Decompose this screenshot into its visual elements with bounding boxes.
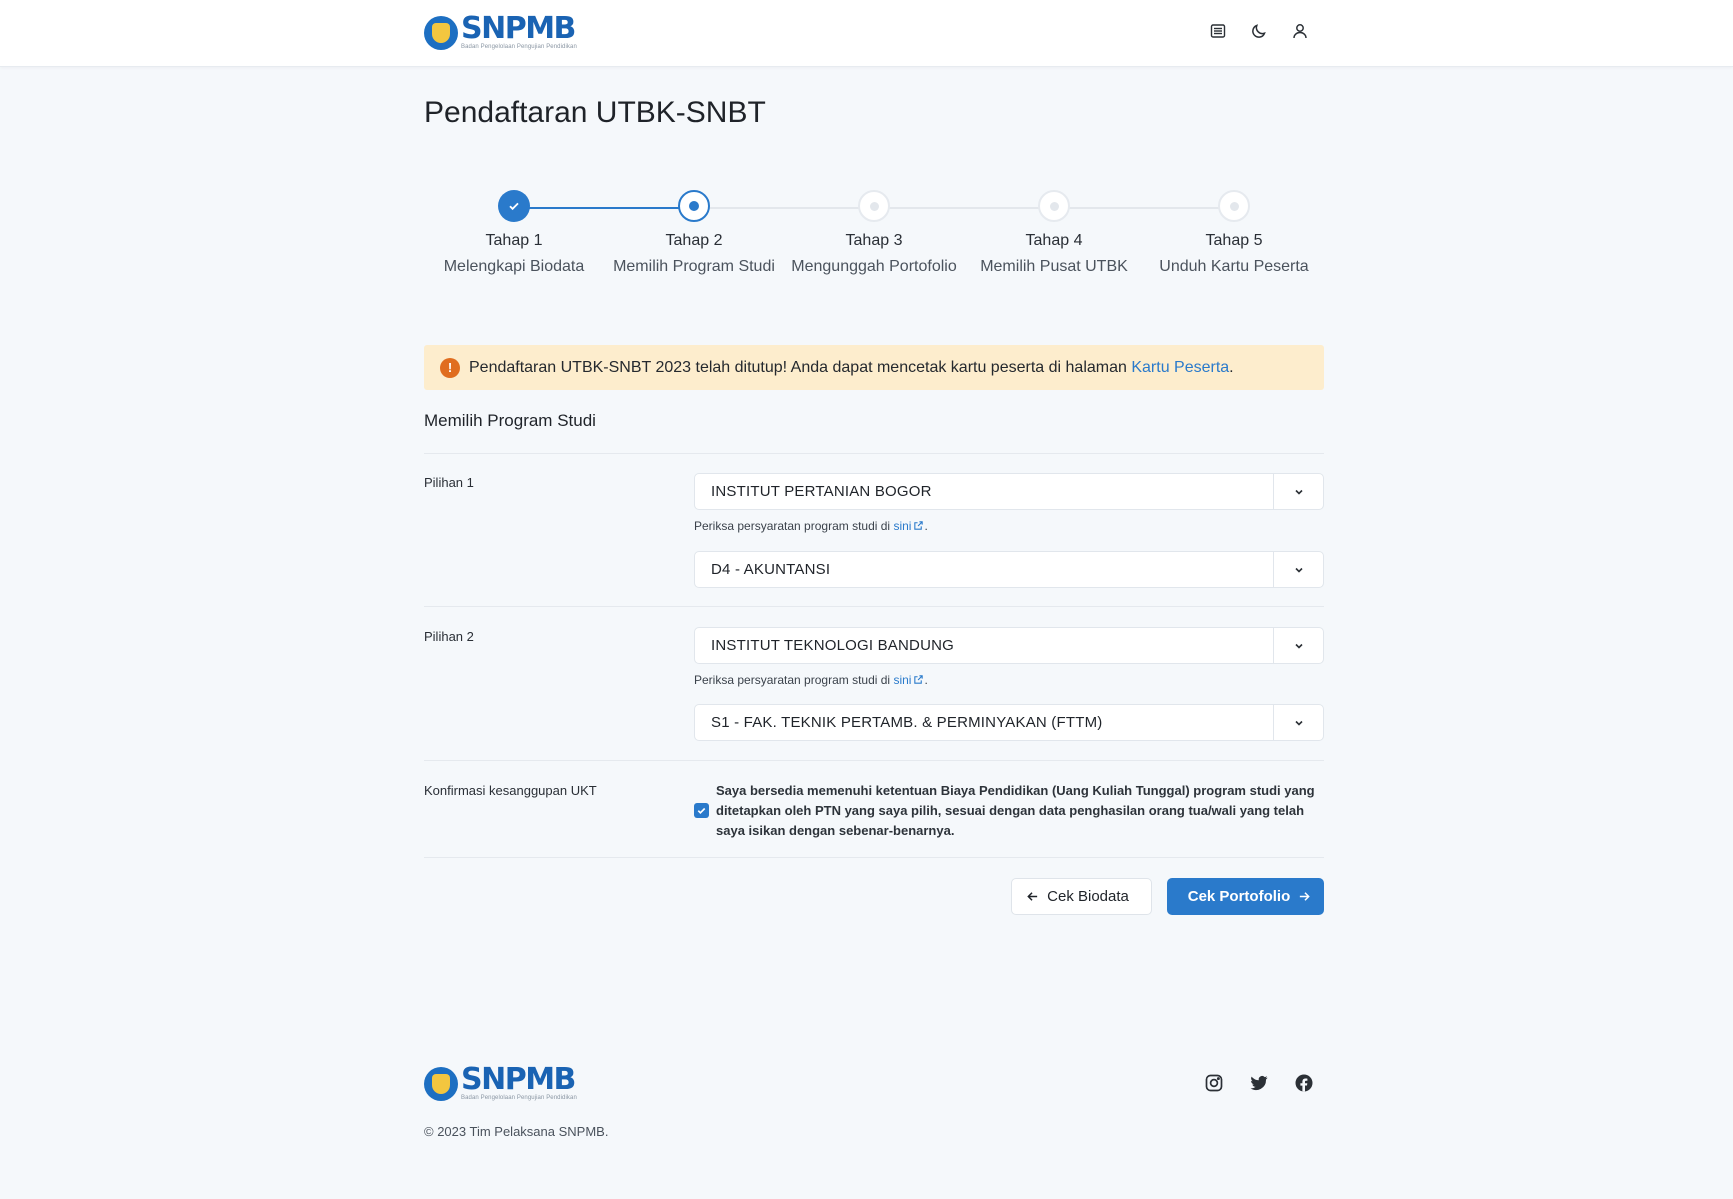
button-label: Cek Portofolio bbox=[1187, 888, 1291, 905]
step-1[interactable]: Tahap 1 Melengkapi Biodata bbox=[419, 190, 609, 276]
facebook-icon[interactable] bbox=[1294, 1073, 1314, 1093]
ukt-confirmation-label: Konfirmasi kesanggupan UKT bbox=[424, 783, 597, 798]
section-title: Memilih Program Studi bbox=[424, 411, 596, 430]
step-5[interactable]: Tahap 5 Unduh Kartu Peserta bbox=[1139, 190, 1329, 276]
divider bbox=[424, 857, 1324, 858]
step-current-indicator bbox=[678, 190, 710, 222]
select-value: D4 - AKUNTANSI bbox=[711, 561, 831, 578]
cek-portofolio-button[interactable]: Cek Portofolio bbox=[1167, 878, 1324, 915]
requirements-link[interactable]: sini bbox=[893, 519, 911, 533]
cek-biodata-button[interactable]: Cek Biodata bbox=[1011, 878, 1152, 915]
step-title: Tahap 1 bbox=[485, 232, 543, 249]
step-pending-indicator bbox=[1218, 190, 1250, 222]
chevron-down-icon[interactable] bbox=[1273, 552, 1323, 587]
select-value: INSTITUT TEKNOLOGI BANDUNG bbox=[711, 637, 955, 654]
external-link-icon[interactable] bbox=[913, 674, 924, 685]
step-subtitle: Mengunggah Portofolio bbox=[791, 258, 957, 275]
requirements-link[interactable]: sini bbox=[893, 673, 911, 687]
step-title: Tahap 4 bbox=[1025, 232, 1083, 249]
hint-text: Periksa persyaratan program studi di bbox=[694, 519, 894, 533]
logo-wordmark: SNPMB bbox=[461, 11, 576, 46]
ukt-confirmation-checkbox[interactable] bbox=[694, 803, 709, 818]
registration-closed-alert: ! Pendaftaran UTBK-SNBT 2023 telah ditut… bbox=[424, 345, 1324, 390]
choice-2-label: Pilihan 2 bbox=[424, 629, 474, 644]
snpmb-logo[interactable]: SNPMB Badan Pengelolaan Pengujian Pendid… bbox=[424, 14, 577, 51]
choice-1-hint: Periksa persyaratan program studi di sin… bbox=[694, 519, 928, 533]
button-label: Cek Biodata bbox=[1047, 888, 1129, 905]
chevron-down-icon[interactable] bbox=[1273, 628, 1323, 663]
choice-1-program-select[interactable]: D4 - AKUNTANSI bbox=[694, 551, 1324, 588]
logo-tagline: Badan Pengelolaan Pengujian Pendidikan bbox=[461, 1095, 577, 1101]
warning-icon: ! bbox=[440, 357, 460, 378]
alert-text: Pendaftaran UTBK-SNBT 2023 telah ditutup… bbox=[469, 358, 1132, 376]
select-value: INSTITUT PERTANIAN BOGOR bbox=[711, 483, 932, 500]
divider bbox=[424, 606, 1324, 607]
divider bbox=[424, 453, 1324, 454]
step-subtitle: Melengkapi Biodata bbox=[443, 258, 585, 275]
step-2[interactable]: Tahap 2 Memilih Program Studi bbox=[599, 190, 789, 276]
step-3[interactable]: Tahap 3 Mengunggah Portofolio bbox=[779, 190, 969, 276]
step-pending-indicator bbox=[858, 190, 890, 222]
logo-wordmark: SNPMB bbox=[461, 1062, 576, 1097]
logo-tagline: Badan Pengelolaan Pengujian Pendidikan bbox=[461, 44, 577, 50]
kartu-peserta-link[interactable]: Kartu Peserta bbox=[1131, 359, 1229, 376]
instagram-icon[interactable] bbox=[1204, 1073, 1224, 1093]
list-icon[interactable] bbox=[1208, 21, 1228, 41]
ukt-confirmation-text: Saya bersedia memenuhi ketentuan Biaya P… bbox=[716, 783, 1315, 838]
moon-icon[interactable] bbox=[1249, 21, 1269, 41]
chevron-down-icon[interactable] bbox=[1273, 474, 1323, 509]
step-subtitle: Memilih Pusat UTBK bbox=[980, 258, 1128, 275]
step-subtitle: Memilih Program Studi bbox=[613, 258, 775, 275]
copyright-text: © 2023 Tim Pelaksana SNPMB. bbox=[424, 1124, 609, 1139]
choice-1-label: Pilihan 1 bbox=[424, 475, 474, 490]
arrow-right-icon bbox=[1300, 892, 1310, 901]
footer-snpmb-logo[interactable]: SNPMB Badan Pengelolaan Pengujian Pendid… bbox=[424, 1065, 577, 1102]
hint-text: Periksa persyaratan program studi di bbox=[694, 673, 894, 687]
top-navbar: SNPMB Badan Pengelolaan Pengujian Pendid… bbox=[0, 0, 1733, 67]
arrow-left-icon bbox=[1027, 892, 1038, 901]
alert-suffix: . bbox=[1229, 358, 1234, 376]
registration-stepper: Tahap 1 Melengkapi Biodata Tahap 2 Memil… bbox=[424, 190, 1324, 290]
divider bbox=[424, 760, 1324, 761]
page-title: Pendaftaran UTBK-SNBT bbox=[424, 96, 766, 129]
twitter-icon[interactable] bbox=[1249, 1073, 1269, 1093]
step-title: Tahap 2 bbox=[665, 232, 723, 249]
tut-wuri-emblem-icon bbox=[424, 1066, 458, 1101]
step-subtitle: Unduh Kartu Peserta bbox=[1159, 258, 1309, 275]
step-title: Tahap 5 bbox=[1205, 232, 1263, 249]
choice-1-university-select[interactable]: INSTITUT PERTANIAN BOGOR bbox=[694, 473, 1324, 510]
choice-2-university-select[interactable]: INSTITUT TEKNOLOGI BANDUNG bbox=[694, 627, 1324, 664]
user-icon[interactable] bbox=[1290, 21, 1310, 41]
hint-suffix: . bbox=[924, 519, 928, 533]
step-4[interactable]: Tahap 4 Memilih Pusat UTBK bbox=[959, 190, 1149, 276]
step-pending-indicator bbox=[1038, 190, 1070, 222]
tut-wuri-emblem-icon bbox=[424, 15, 458, 50]
step-check-icon bbox=[498, 190, 530, 222]
select-value: S1 - FAK. TEKNIK PERTAMB. & PERMINYAKAN … bbox=[711, 714, 1103, 731]
hint-suffix: . bbox=[924, 673, 928, 687]
choice-2-program-select[interactable]: S1 - FAK. TEKNIK PERTAMB. & PERMINYAKAN … bbox=[694, 704, 1324, 741]
step-title: Tahap 3 bbox=[845, 232, 903, 249]
choice-2-hint: Periksa persyaratan program studi di sin… bbox=[694, 673, 928, 687]
chevron-down-icon[interactable] bbox=[1273, 705, 1323, 740]
external-link-icon[interactable] bbox=[913, 520, 924, 531]
